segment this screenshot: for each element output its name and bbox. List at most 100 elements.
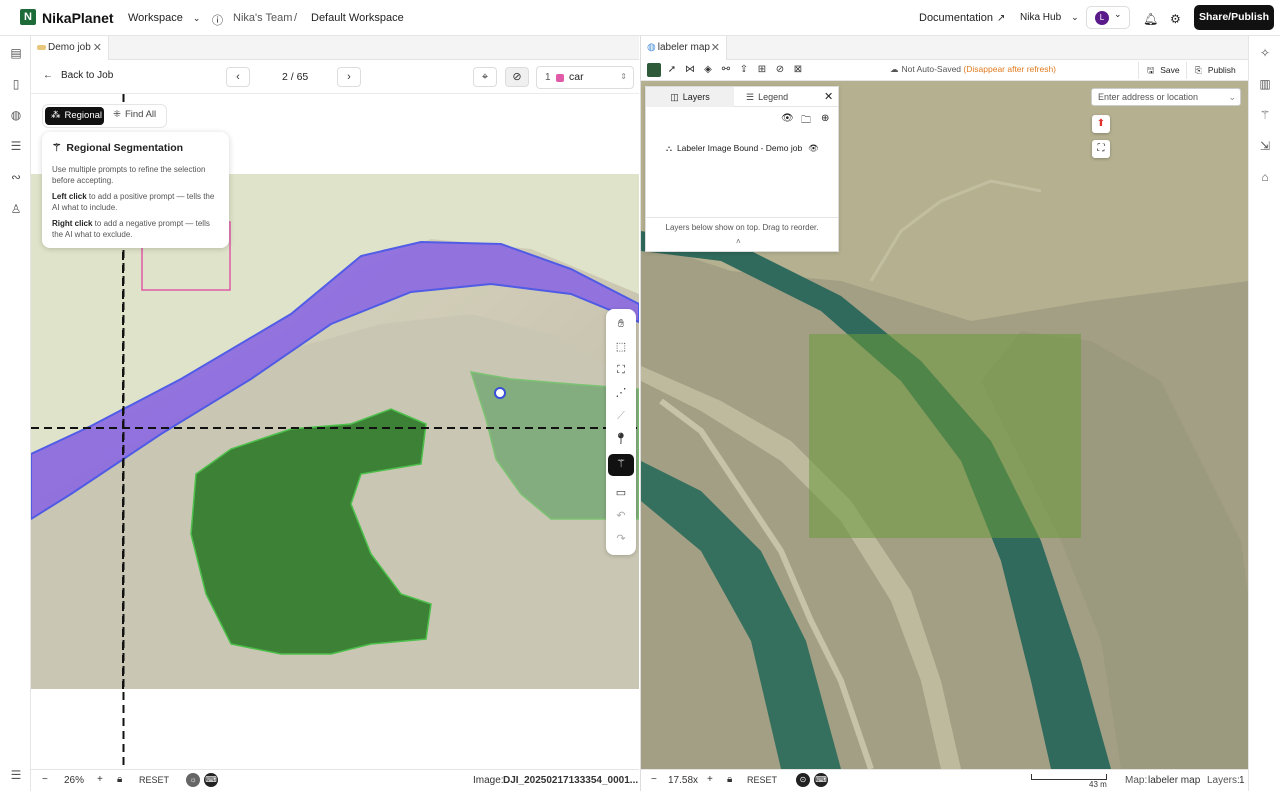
zoom-out-icon[interactable]: − — [42, 774, 48, 785]
layers-hint: Layers below show on top. Drag to reorde… — [646, 217, 838, 237]
magic-wand-icon: ⚚ — [52, 142, 62, 154]
tab-layers[interactable]: ◫ Layers — [646, 87, 734, 107]
add-data-icon[interactable]: ⊞ — [755, 63, 769, 77]
notifications-icon[interactable]: 🔔︎ — [1143, 12, 1158, 26]
tab-legend[interactable]: ☰ Legend — [746, 87, 816, 107]
lock-icon[interactable]: 🔒︎ — [117, 774, 122, 785]
keyboard-icon[interactable]: ⌨ — [814, 773, 828, 787]
pin-tool-icon[interactable]: 📍︎ — [611, 429, 631, 449]
share-publish-button[interactable]: Share/Publish — [1194, 5, 1274, 30]
user-edit-icon[interactable]: ♙ — [9, 202, 23, 216]
workspace-menu[interactable]: Workspace ⌄ — [128, 12, 200, 24]
magic-wand-icon[interactable]: ⚚ — [1258, 108, 1272, 122]
close-icon[interactable]: ✕ — [93, 36, 102, 60]
lock-icon[interactable]: 🔒︎ — [727, 774, 732, 785]
close-icon[interactable]: ✕ — [711, 36, 720, 60]
documentation-link[interactable]: Documentation ↗ — [919, 12, 1005, 24]
close-icon[interactable]: ✕ — [824, 90, 833, 103]
line-tool-icon[interactable]: ⟋ — [611, 406, 631, 426]
redo-icon[interactable]: ↷ — [611, 529, 631, 549]
keyboard-icon[interactable]: ⌨ — [204, 773, 218, 787]
account-menu[interactable]: L ⌄ — [1086, 6, 1130, 29]
visibility-icon[interactable]: 👁︎ — [808, 143, 819, 153]
publish-button[interactable]: ⎘ Publish — [1186, 62, 1236, 79]
analytics-icon[interactable]: ⚯ — [719, 63, 733, 77]
panels-icon[interactable]: ☰ — [9, 768, 23, 782]
book-icon[interactable]: ▥ — [1258, 77, 1272, 91]
document-icon[interactable]: ▤ — [9, 46, 23, 60]
add-folder-icon[interactable]: 🗀 — [801, 113, 811, 130]
tooltip-right-click: Right click to add a negative prompt — t… — [52, 218, 219, 240]
hand-icon[interactable]: ✋︎ — [611, 314, 631, 334]
comment-tool-icon[interactable]: ▭ — [611, 483, 631, 503]
pointer-icon[interactable]: ➚ — [665, 63, 679, 77]
help-icon[interactable]: ⓘ — [212, 12, 223, 28]
zoom-in-icon[interactable]: + — [707, 774, 713, 785]
map-panel: ◍ labeler map ✕ ➚ ⋈ ◈ ⚯ ⇪ ⊞ ⊘ ⊠ ☁ Not Auto… — [640, 36, 1280, 791]
chevron-down-icon: ⌄ — [192, 13, 201, 23]
workspace-breadcrumb[interactable]: Default Workspace — [311, 12, 404, 24]
map-toolbar: ➚ ⋈ ◈ ⚯ ⇪ ⊞ ⊘ ⊠ ☁ Not Auto-Saved (Disappe… — [641, 60, 1249, 81]
class-index: 1 — [545, 72, 551, 83]
add-layer-icon[interactable]: ⊕ — [821, 113, 829, 124]
reset-button[interactable]: RESET — [139, 775, 169, 785]
tab-demo-job[interactable]: Demo job ✕ — [31, 36, 109, 60]
chevron-up-icon[interactable]: ˄ — [736, 237, 741, 246]
prompt-point[interactable] — [494, 387, 506, 399]
zoom-in-icon[interactable]: + — [97, 774, 103, 785]
undo-icon[interactable]: ↶ — [611, 506, 631, 526]
team-breadcrumb[interactable]: Nika's Team — [233, 12, 292, 24]
chevron-right-icon: › — [347, 71, 351, 83]
save-button[interactable]: 🖫︎ Save — [1138, 62, 1180, 79]
chevron-down-icon: ⌄ — [1114, 9, 1122, 19]
ai-sparkle-icon[interactable]: ✧ — [1258, 46, 1272, 60]
basemap-icon[interactable] — [647, 63, 661, 77]
fullscreen-icon[interactable]: ⛶ — [1092, 140, 1110, 158]
layer-style-icon[interactable]: ◈ — [701, 63, 715, 77]
workflow-icon[interactable]: ∾ — [9, 170, 23, 184]
settings-gear-icon[interactable]: ⚙ — [1170, 12, 1181, 26]
zoom-out-icon[interactable]: − — [651, 774, 657, 785]
zoom-level: 26% — [64, 775, 85, 786]
next-image-button[interactable]: › — [337, 67, 361, 87]
layers-panel: ◫ Layers ☰ Legend ✕ 👁︎ 🗀 ⊕ ⛬ Labeler Image … — [645, 86, 839, 252]
class-select[interactable]: 1 car ⇕ — [536, 66, 634, 89]
graph-tool-icon[interactable]: ⋰ — [611, 383, 631, 403]
back-to-job-button[interactable]: ← Back to Job — [43, 70, 113, 81]
globe-icon[interactable]: ◍ — [9, 108, 23, 122]
polygon-tool-icon[interactable]: ⛶ — [611, 360, 631, 380]
tab-labeler-map[interactable]: ◍ labeler map ✕ — [641, 36, 727, 60]
brand-name[interactable]: NikaPlanet — [42, 10, 114, 26]
hub-menu[interactable]: Nika Hub ⌄ — [1020, 12, 1079, 23]
brightness-icon[interactable]: ☼ — [186, 773, 200, 787]
notebook-icon[interactable]: ▯ — [9, 77, 23, 91]
export-icon[interactable]: ⇲ — [1258, 139, 1272, 153]
publish-icon: ⎘ — [1195, 65, 1202, 75]
prev-image-button[interactable]: ‹ — [226, 67, 250, 87]
bbox-tool-icon[interactable]: ⬚ — [611, 337, 631, 357]
share-nodes-icon[interactable]: ⋈ — [683, 63, 697, 77]
mode-regional-button[interactable]: ⁂ Regional — [45, 107, 104, 125]
upload-icon[interactable]: ⇪ — [737, 63, 751, 77]
map-zoom-level: 17.58x — [668, 775, 699, 786]
database-icon[interactable]: ☰ — [9, 139, 23, 153]
auto-saved-note: (Disappear after refresh) — [963, 64, 1057, 74]
map-reset-button[interactable]: RESET — [747, 775, 777, 785]
magic-wand-tool-icon[interactable]: ⚚ — [608, 454, 634, 476]
north-icon[interactable]: ⊙ — [796, 773, 810, 787]
mode-find-all-button[interactable]: ⁜ Find All — [113, 109, 156, 120]
hide-annotations-icon[interactable]: ⊘ — [505, 67, 529, 87]
compass-icon[interactable]: ⬆ — [1092, 115, 1110, 133]
crosshair-icon[interactable]: ⌖ — [473, 67, 497, 87]
layer-item[interactable]: ⛬ Labeler Image Bound - Demo job 👁︎ — [666, 143, 836, 154]
labeler-image-bound[interactable] — [809, 334, 1081, 538]
chevron-down-icon[interactable]: ⌄ — [1228, 89, 1236, 105]
address-search-input[interactable]: Enter address or location ⌄ — [1091, 88, 1241, 106]
visibility-icon[interactable]: 👁︎ — [781, 113, 794, 124]
tag-icon[interactable]: ⌂ — [1258, 170, 1272, 184]
brand-logo[interactable]: N — [20, 9, 36, 25]
tab-legend-label: Legend — [758, 92, 789, 102]
tooltip-right-bold: Right click — [52, 219, 93, 228]
link-off-icon[interactable]: ⊘ — [773, 63, 787, 77]
image-off-icon[interactable]: ⊠ — [791, 63, 805, 77]
